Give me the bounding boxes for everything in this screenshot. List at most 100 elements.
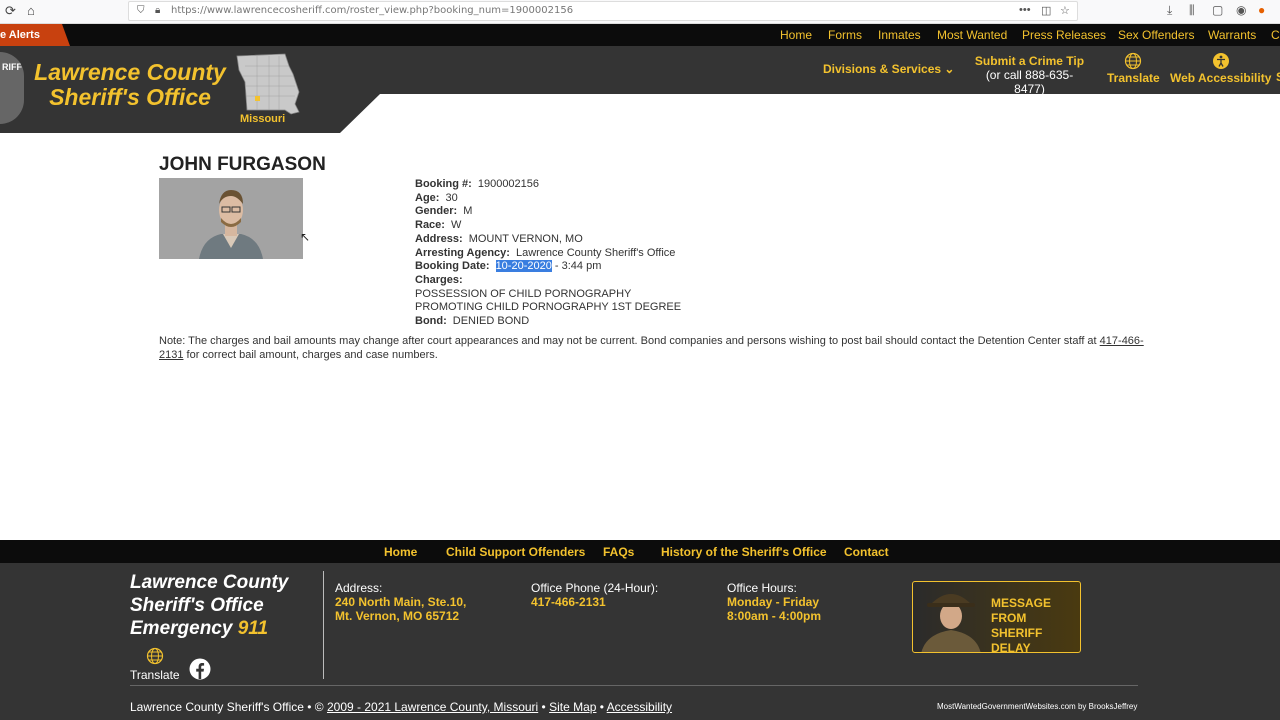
footer-navigation: Home Child Support Offenders FAQs Histor… [0,540,1280,563]
site-map-link[interactable]: Site Map [549,700,596,714]
translate-label: Translate [1107,71,1160,85]
agency-label: Arresting Agency: [415,246,510,259]
bond-label: Bond: [415,315,447,328]
copyright-prefix: Lawrence County Sheriff's Office • © [130,700,327,714]
bail-note: Note: The charges and bail amounts may c… [159,334,1149,362]
state-label: Missouri [240,113,286,125]
globe-icon [146,647,163,665]
download-icon[interactable]: ⤓ [1167,3,1172,18]
address-line-2: Mt. Vernon, MO 65712 [335,609,460,623]
topnav-most-wanted[interactable]: Most Wanted [937,28,1007,42]
reload-icon[interactable]: ⟳ [5,3,16,19]
missouri-map-icon [236,53,300,115]
age-value: 30 [445,191,458,204]
race-value: W [450,219,462,232]
inmate-name: JOHN FURGASON [159,154,326,175]
charge-item: PROMOTING CHILD PORNOGRAPHY 1ST DEGREE [415,301,682,314]
race-label: Race: [415,219,445,232]
account-icon[interactable]: ◉ [1236,3,1246,17]
office-phone-link[interactable]: 417-466-2131 [531,595,658,609]
gender-label: Gender: [415,205,458,218]
gender-row: Gender: M [415,205,681,219]
footer-address: Address: 240 North Main, Ste.10, Mt. Ver… [335,581,466,623]
alerts-tab[interactable]: e Alerts [0,24,70,46]
booking-number-label: Booking #: [415,178,472,190]
topnav-sex-offenders[interactable]: Sex Offenders [1118,28,1195,42]
agency-value: Lawrence County Sheriff's Office [515,246,676,259]
separator: • [538,700,550,714]
top-navigation: e Alerts Home Forms Inmates Most Wanted … [0,24,1280,46]
bond-row: Bond: DENIED BOND [415,315,681,329]
footer-emergency: Emergency 911 [130,617,288,640]
url-bar[interactable]: ⛉ 🔒︎ https://www.lawrencecosheriff.com/r… [128,1,1078,21]
topnav-forms[interactable]: Forms [828,28,862,42]
race-row: Race: W [415,219,681,233]
footer-copyright: Lawrence County Sheriff's Office • © 200… [130,700,672,714]
footnav-faqs[interactable]: FAQs [603,545,634,559]
sidebar-icon[interactable]: ▢ [1212,3,1223,17]
accessibility-label: Web Accessibility [1170,71,1272,85]
charge-item: POSSESSION OF CHILD PORNOGRAPHY [415,287,632,300]
mouse-cursor-icon: ↖ [300,230,311,244]
footer-title-line-1: Lawrence County [130,572,289,593]
charges-label: Charges: [415,273,463,286]
footnav-contact[interactable]: Contact [844,545,889,559]
address-row: Address: MOUNT VERNON, MO [415,233,681,247]
logo-line-1: Lawrence County [34,59,226,85]
home-icon[interactable]: ⌂ [27,3,35,18]
star-icon[interactable]: ☆ [1060,4,1070,17]
separator: • [596,700,607,714]
accessibility-link[interactable]: Accessibility [607,700,672,714]
emergency-label: Emergency [130,618,238,639]
footnav-child-support[interactable]: Child Support Offenders [446,545,585,559]
hours-time: 8:00am - 4:00pm [727,609,822,623]
header-overflow[interactable]: S [1276,70,1280,84]
bond-value: DENIED BOND [452,315,530,328]
booking-date-label: Booking Date: [415,260,490,273]
sheriff-message-banner[interactable]: MESSAGE FROM SHERIFF DELAY [912,581,1081,653]
address-value: MOUNT VERNON, MO [468,232,583,245]
agency-row: Arresting Agency: Lawrence County Sheriff… [415,247,681,261]
message-line-2: SHERIFF DELAY [991,626,1043,653]
crime-tip-phone: (or call 888-635-8477) [985,68,1074,96]
site-footer: Lawrence County Sheriff's Office Emergen… [0,563,1280,720]
inmate-photo [159,178,303,259]
pocket-icon[interactable]: ◫ [1041,4,1051,17]
shield-icon: ⛉ [137,5,145,16]
booking-details: Booking #: 1900002156 Age: 30 Gender: M Rac… [415,178,681,329]
topnav-inmates[interactable]: Inmates [878,28,921,42]
footer-title: Lawrence County Sheriff's Office Emergen… [130,571,288,640]
message-line-1: MESSAGE FROM [991,596,1052,625]
chevron-down-icon: ⌄ [944,62,955,76]
footer-title-line-2: Sheriff's Office [130,595,264,616]
divisions-services-menu[interactable]: Divisions & Services ⌄ [823,62,954,76]
facebook-icon[interactable] [189,658,211,680]
phone-heading: Office Phone (24-Hour): [531,581,659,595]
footnav-home[interactable]: Home [384,545,417,559]
copyright-link[interactable]: 2009 - 2021 Lawrence County, Missouri [327,700,538,714]
web-accessibility-button[interactable]: Web Accessibility [1170,52,1271,85]
footnav-history[interactable]: History of the Sheriff's Office [661,545,827,559]
translate-button[interactable]: Translate [1107,52,1160,85]
topnav-overflow[interactable]: C [1271,28,1280,42]
topnav-warrants[interactable]: Warrants [1208,28,1256,42]
more-icon[interactable]: ••• [1019,4,1031,16]
age-label: Age: [415,191,440,204]
globe-icon [1125,52,1142,70]
extension-icon[interactable]: ● [1258,3,1265,17]
divisions-label: Divisions & Services [823,62,942,76]
site-logo-title[interactable]: Lawrence County Sheriff's Office [30,60,230,110]
hours-heading: Office Hours: [727,581,797,595]
footer-credit[interactable]: MostWantedGovernmentWebsites.com by Broo… [937,702,1137,711]
lock-icon: 🔒︎ [155,5,161,16]
library-icon[interactable]: ⫼ [1189,3,1195,18]
topnav-press-releases[interactable]: Press Releases [1022,28,1106,42]
booking-date-row: Booking Date: 10-20-2020 - 3:44 pm [415,260,681,274]
browser-toolbar: ⟳ ⌂ ⛉ 🔒︎ https://www.lawrencecosheriff.c… [0,0,1280,24]
note-text: Note: The charges and bail amounts may c… [159,335,1100,347]
topnav-home[interactable]: Home [780,28,812,42]
footer-translate-button[interactable]: Translate [130,647,180,682]
booking-number-row: Booking #: 1900002156 [415,178,681,192]
booking-number-value: 1900002156 [477,178,540,190]
crime-tip-link[interactable]: Submit a Crime Tip (or call 888-635-8477… [972,54,1087,96]
